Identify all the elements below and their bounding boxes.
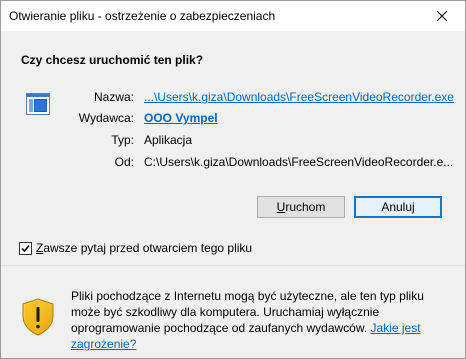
from-value: C:\Users\k.giza\Downloads\FreeScreenVide… <box>144 155 454 169</box>
close-icon <box>437 11 447 21</box>
window-title: Otwieranie pliku - ostrzeżenie o zabezpi… <box>9 9 276 23</box>
security-warning-dialog: Otwieranie pliku - ostrzeżenie o zabezpi… <box>0 0 466 359</box>
always-ask-checkbox-row[interactable]: Zawsze pytaj przed otwarciem tego pliku <box>19 241 252 255</box>
from-label: Od: <box>114 155 134 169</box>
run-button-label: ruchom <box>285 200 326 214</box>
question-heading: Czy chcesz uruchomić ten plik? <box>21 53 204 67</box>
cancel-button[interactable]: Anuluj <box>354 196 442 218</box>
field-from-row: Od: C:\Users\k.giza\Downloads\FreeScreen… <box>64 155 464 171</box>
close-button[interactable] <box>419 1 465 31</box>
field-name-row: Nazwa: ...\Users\k.giza\Downloads\FreeSc… <box>64 90 464 106</box>
warning-message: Pliki pochodzące z Internetu mogą być uż… <box>71 288 451 352</box>
application-file-icon <box>26 93 50 118</box>
checkbox-accelerator: Z <box>36 241 44 255</box>
warning-panel: Pliki pochodzące z Internetu mogą być uż… <box>1 266 465 358</box>
dialog-content: Czy chcesz uruchomić ten plik? Nazwa: ..… <box>1 31 465 258</box>
always-ask-checkbox[interactable] <box>19 241 32 255</box>
run-button[interactable]: Uruchom <box>257 196 345 218</box>
file-path-link[interactable]: ...\Users\k.giza\Downloads\FreeScreenVid… <box>144 90 454 104</box>
publisher-label: Wydawca: <box>78 111 134 125</box>
run-button-accelerator: U <box>276 200 286 214</box>
cancel-button-label: Anuluj <box>381 200 415 214</box>
publisher-link[interactable]: OOO Vympel <box>144 111 218 125</box>
security-shield-icon <box>21 298 55 339</box>
title-bar[interactable]: Otwieranie pliku - ostrzeżenie o zabezpi… <box>1 1 465 31</box>
field-type-row: Typ: Aplikacja <box>64 133 464 149</box>
name-label: Nazwa: <box>93 90 134 104</box>
type-value: Aplikacja <box>144 133 193 147</box>
field-publisher-row: Wydawca: OOO Vympel <box>64 111 464 127</box>
checkmark-icon <box>21 244 30 252</box>
checkbox-label: awsze pytaj przed otwarciem tego pliku <box>43 241 253 255</box>
type-label: Typ: <box>111 133 134 147</box>
